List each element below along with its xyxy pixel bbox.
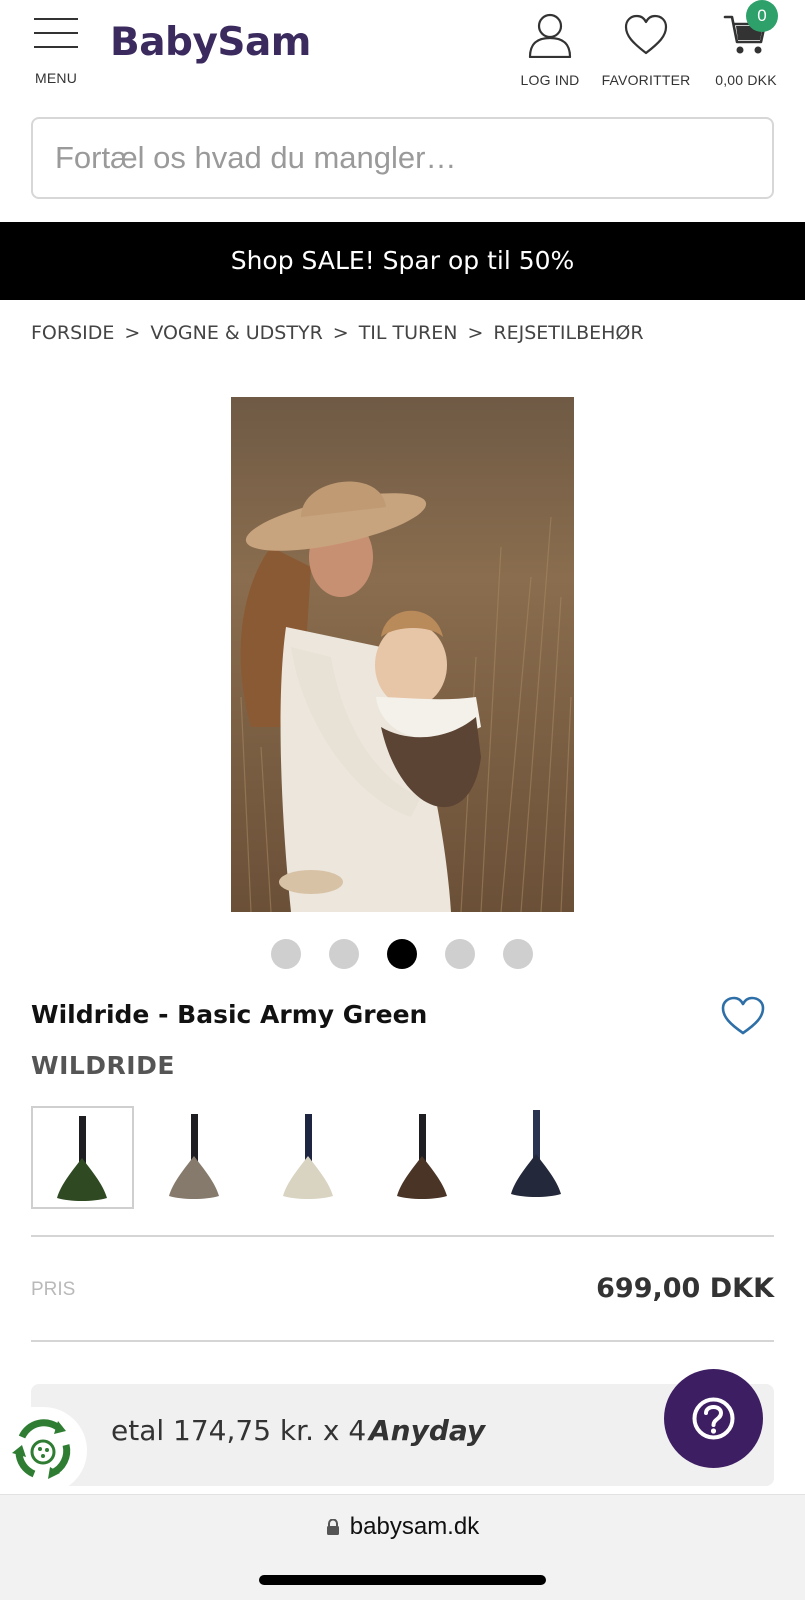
carrier-thumbnail <box>57 1116 107 1201</box>
add-to-favorites-button[interactable] <box>720 995 766 1037</box>
login-label: LOG IND <box>520 72 580 88</box>
browser-address-bar[interactable]: babysam.dk <box>0 1494 805 1600</box>
cart-count-badge: 0 <box>746 0 778 32</box>
product-photo <box>231 397 574 912</box>
carrier-thumbnail <box>169 1114 219 1199</box>
breadcrumb: FORSIDE > VOGNE & UDSTYR > TIL TUREN > REJSETI… <box>31 322 644 344</box>
gallery-dot[interactable] <box>503 939 533 969</box>
menu-label: MENU <box>34 70 78 86</box>
favorites-button[interactable]: FAVORITTER <box>596 12 696 88</box>
menu-button[interactable]: MENU <box>30 16 82 86</box>
site-logo[interactable]: BabySam <box>110 20 311 65</box>
home-indicator[interactable] <box>259 1575 546 1585</box>
login-button[interactable]: LOG IND <box>514 12 586 88</box>
gallery-dot-active[interactable] <box>387 939 417 969</box>
price-label: PRIS <box>31 1279 76 1300</box>
search-input[interactable] <box>55 119 750 197</box>
cart-total: 0,00 DKK <box>715 72 777 88</box>
favorites-label: FAVORITTER <box>601 72 691 88</box>
eco-button[interactable] <box>0 1407 87 1494</box>
gallery-dots <box>271 939 541 971</box>
breadcrumb-item[interactable]: TIL TUREN <box>359 322 458 344</box>
variant-army-green[interactable] <box>31 1106 134 1209</box>
breadcrumb-item[interactable]: VOGNE & UDSTYR <box>150 322 322 344</box>
site-header: MENU BabySam LOG IND FAVORITTER 0 0,00 D… <box>0 0 805 100</box>
product-title: Wildride - Basic Army Green <box>31 1000 428 1029</box>
variant-navy[interactable] <box>487 1106 590 1209</box>
anyday-logo: Anyday <box>369 1414 486 1447</box>
lock-icon <box>326 1519 339 1535</box>
variant-taupe[interactable] <box>145 1106 248 1209</box>
gallery-dot[interactable] <box>329 939 359 969</box>
installment-text: etal 174,75 kr. x 4 <box>111 1414 367 1447</box>
carrier-thumbnail <box>511 1110 561 1197</box>
breadcrumb-item[interactable]: FORSIDE <box>31 322 114 344</box>
hamburger-icon <box>34 16 78 50</box>
variant-brown[interactable] <box>373 1106 476 1209</box>
carrier-thumbnail <box>283 1114 333 1199</box>
product-brand[interactable]: WILDRIDE <box>31 1051 175 1080</box>
promo-banner[interactable]: Shop SALE! Spar op til 50% <box>0 222 805 300</box>
carrier-thumbnail <box>397 1114 447 1199</box>
question-icon <box>692 1397 735 1440</box>
gallery-dot[interactable] <box>271 939 301 969</box>
breadcrumb-separator: > <box>467 322 484 344</box>
heart-icon <box>721 996 765 1035</box>
user-icon <box>528 13 572 59</box>
divider <box>31 1340 774 1342</box>
gallery-dot[interactable] <box>445 939 475 969</box>
anyday-installment-banner[interactable]: etal 174,75 kr. x 4 Anyday <box>31 1384 774 1486</box>
heart-icon <box>624 14 668 55</box>
product-image[interactable] <box>231 397 574 912</box>
search-box[interactable] <box>31 117 774 199</box>
cart-button[interactable]: 0 0,00 DKK <box>706 0 786 88</box>
divider <box>31 1235 774 1237</box>
variant-selector <box>31 1106 601 1209</box>
url-display[interactable]: babysam.dk <box>0 1513 805 1541</box>
help-button[interactable] <box>664 1369 763 1468</box>
recycle-icon <box>12 1419 71 1479</box>
breadcrumb-separator: > <box>332 322 349 344</box>
breadcrumb-item[interactable]: REJSETILBEHØR <box>493 322 643 344</box>
product-price: 699,00 DKK <box>596 1273 774 1304</box>
variant-cream[interactable] <box>259 1106 362 1209</box>
url-text: babysam.dk <box>349 1513 480 1540</box>
breadcrumb-separator: > <box>124 322 141 344</box>
